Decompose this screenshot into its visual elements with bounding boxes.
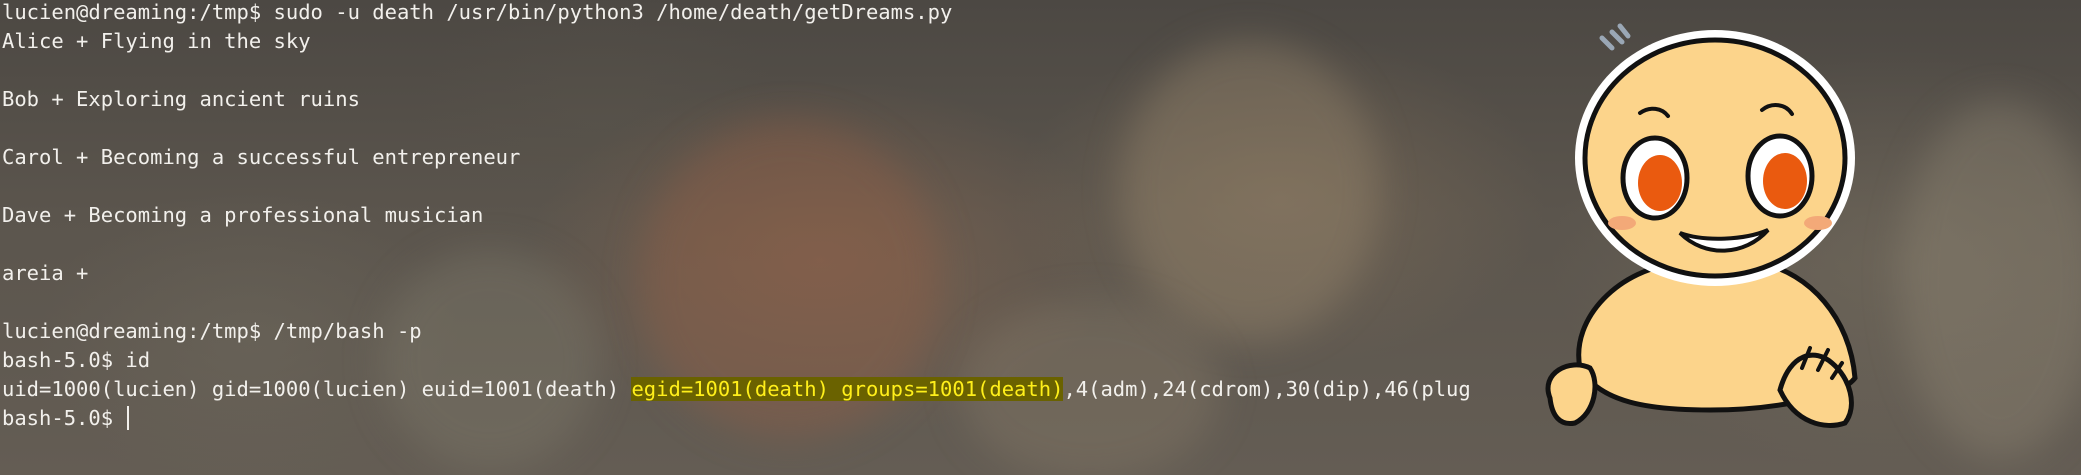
text-cursor — [127, 406, 130, 430]
shell-prompt: bash-5.0$ — [2, 406, 126, 430]
id-output-line: uid=1000(lucien) gid=1000(lucien) euid=1… — [2, 375, 1471, 404]
highlighted-groups: egid=1001(death) groups=1001(death) — [631, 377, 1064, 401]
terminal-line: lucien@dreaming:/tmp$ /tmp/bash -p — [2, 319, 422, 343]
terminal-line: Bob + Exploring ancient ruins — [2, 87, 360, 111]
terminal-line: Carol + Becoming a successful entreprene… — [2, 145, 521, 169]
id-output-text: uid=1000(lucien) gid=1000(lucien) euid=1… — [2, 377, 632, 401]
cartoon-mascot-icon — [1545, 23, 1858, 428]
terminal-line: bash-5.0$ id — [2, 348, 151, 372]
terminal-line: areia + — [2, 261, 89, 285]
id-output-text: ,4(adm),24(cdrom),30(dip),46(plug — [1063, 377, 1471, 401]
terminal-line: lucien@dreaming:/tmp$ sudo -u death /usr… — [2, 0, 953, 24]
terminal-line: Dave + Becoming a professional musician — [2, 203, 484, 227]
terminal-line: Alice + Flying in the sky — [2, 29, 311, 53]
desktop-screenshot: lucien@dreaming:/tmp$ sudo -u death /usr… — [0, 0, 2081, 475]
prompt-line[interactable]: bash-5.0$ — [2, 404, 130, 433]
